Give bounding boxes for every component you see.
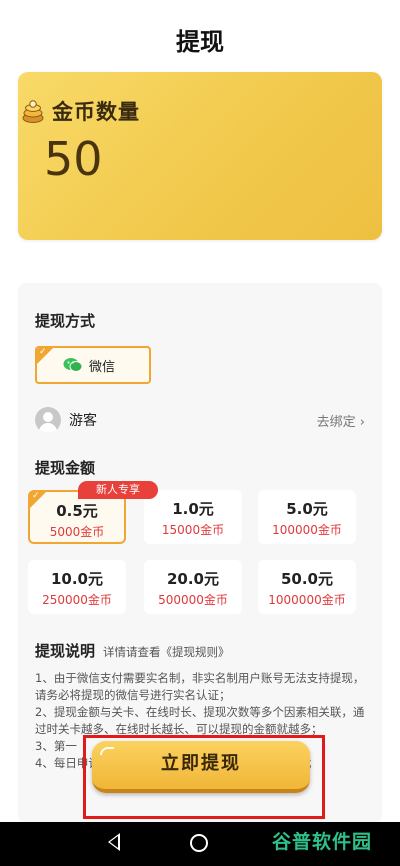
withdraw-amount-title: 提现金额 — [35, 459, 96, 477]
new-user-badge: 新人专享 — [78, 481, 158, 499]
amount-yuan: 20.0元 — [166, 570, 219, 588]
amount-coins: 100000金币 — [272, 523, 342, 537]
coin-count-label: 金币数量 — [52, 100, 140, 124]
amount-option-1[interactable]: 1.0元 15000金币 — [144, 490, 242, 544]
note-line: 1、由于微信支付需要实名制，非实名制用户账号无法支持提现，请务必将提现的微信号进… — [35, 671, 365, 702]
rules-link[interactable]: 《提现规则》 — [161, 645, 230, 659]
watermark-logo: 谷普软件园 — [272, 831, 373, 853]
sparkle-icon — [100, 747, 114, 755]
amount-coins: 1000000金币 — [268, 593, 346, 607]
note-line: 2、提现金额与关卡、在线时长、提现次数等多个因素相关联，通过时关卡越多、在线时长… — [35, 705, 365, 736]
withdraw-method-title: 提现方式 — [35, 312, 96, 330]
amount-coins: 15000金币 — [161, 523, 225, 537]
amount-yuan: 10.0元 — [50, 570, 103, 588]
amount-option-4[interactable]: 20.0元 500000金币 — [144, 560, 242, 614]
amount-option-2[interactable]: 5.0元 100000金币 — [258, 490, 356, 544]
withdraw-now-button[interactable]: 立即提现 — [92, 741, 310, 793]
chevron-right-icon: › — [359, 414, 365, 430]
notes-hint: 详情请查看 — [103, 645, 161, 659]
amount-yuan: 50.0元 — [280, 570, 333, 588]
back-icon-inner — [110, 836, 118, 848]
amount-yuan: 5.0元 — [286, 500, 328, 518]
wechat-option-label: 微信 — [89, 359, 116, 375]
wechat-icon — [63, 358, 83, 372]
wechat-option[interactable]: ✓ 微信 — [35, 346, 151, 384]
user-bind-row[interactable]: 游客 去绑定 › — [35, 405, 365, 435]
check-icon: ✓ — [39, 347, 47, 357]
withdraw-notes-title: 提现说明 详情请查看《提现规则》 — [35, 640, 230, 661]
user-name: 游客 — [69, 413, 97, 429]
avatar — [35, 407, 61, 433]
amount-yuan: 1.0元 — [172, 500, 214, 518]
notes-title: 提现说明 — [35, 642, 96, 660]
coin-card-header: 金币数量 — [20, 96, 140, 126]
amount-coins: 5000金币 — [49, 525, 105, 539]
amount-coins: 250000金币 — [42, 593, 112, 607]
home-icon[interactable] — [190, 834, 208, 852]
amount-option-5[interactable]: 50.0元 1000000金币 — [258, 560, 356, 614]
coin-count-value: 50 — [44, 132, 103, 186]
amount-option-3[interactable]: 10.0元 250000金币 — [28, 560, 126, 614]
page-title: 提现 — [176, 28, 224, 56]
check-icon: ✓ — [32, 491, 40, 501]
bind-link[interactable]: 去绑定 › — [317, 411, 365, 430]
bind-link-label: 去绑定 — [316, 414, 356, 430]
coin-stack-icon — [22, 100, 44, 123]
amount-coins: 500000金币 — [158, 593, 228, 607]
withdraw-now-label: 立即提现 — [161, 753, 241, 774]
